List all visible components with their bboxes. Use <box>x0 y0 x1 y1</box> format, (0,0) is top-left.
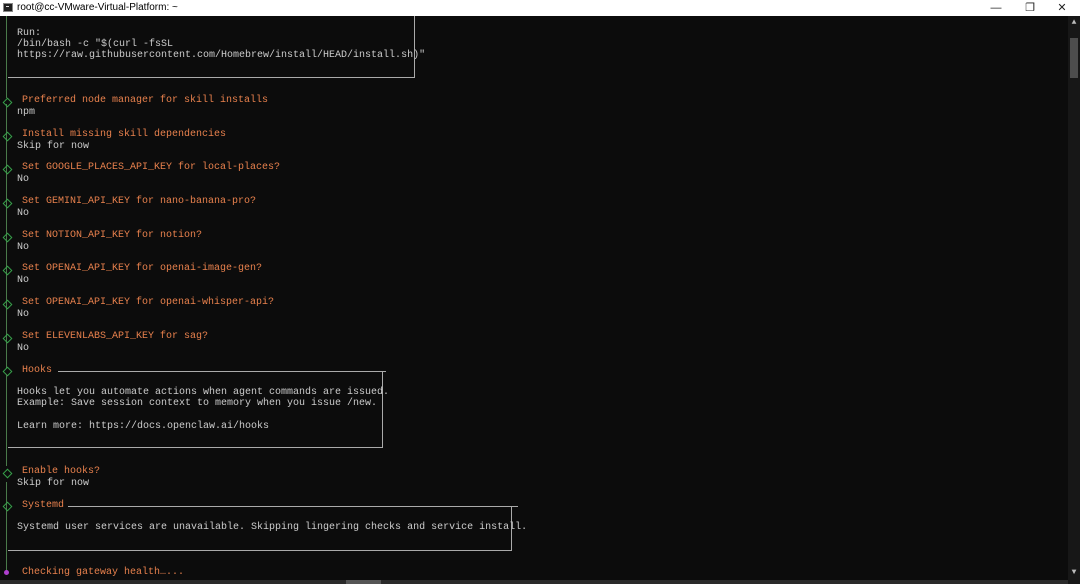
maximize-button[interactable]: ❐ <box>1012 0 1048 16</box>
prompt-answer: No <box>17 242 30 253</box>
step-marker-icon <box>2 164 13 175</box>
prompt-answer: No <box>17 208 30 219</box>
run-command-line-2: https://raw.githubusercontent.com/Homebr… <box>17 50 426 61</box>
taskbar-segment <box>346 580 381 584</box>
scroll-up-icon[interactable]: ▲ <box>1068 18 1080 28</box>
prompt-answer: npm <box>17 107 36 118</box>
step-marker-icon <box>2 333 13 344</box>
step-marker-icon <box>2 299 13 310</box>
prompt-question: Enable hooks? <box>22 466 101 477</box>
prompt-question: Set OPENAI_API_KEY for openai-whisper-ap… <box>22 297 275 308</box>
hooks-learn-more: Learn more: https://docs.openclaw.ai/hoo… <box>17 421 270 432</box>
prompt-question: Set NOTION_API_KEY for notion? <box>22 230 203 241</box>
step-marker-icon <box>2 232 13 243</box>
flow-line <box>6 482 7 572</box>
step-marker-icon <box>2 468 13 479</box>
minimize-button[interactable]: — <box>978 0 1014 16</box>
prompt-answer: Skip for now <box>17 478 90 489</box>
window-title: root@cc-VMware-Virtual-Platform: ~ <box>17 2 178 13</box>
terminal-app-icon <box>3 3 13 12</box>
prompt-answer: No <box>17 174 30 185</box>
window-title-bar[interactable]: root@cc-VMware-Virtual-Platform: ~ — ❐ ✕ <box>0 0 1080 16</box>
prompt-answer: No <box>17 275 30 286</box>
step-marker-icon <box>2 131 13 142</box>
run-command-line-1: /bin/bash -c "$(curl -fsSL <box>17 39 174 50</box>
spinner-icon <box>4 570 9 575</box>
prompt-question: Install missing skill dependencies <box>22 129 227 140</box>
prompt-answer: No <box>17 309 30 320</box>
hooks-description: Hooks let you automate actions when agen… <box>17 387 390 398</box>
prompt-answer: No <box>17 343 30 354</box>
flow-line <box>6 374 7 466</box>
scrollbar-thumb[interactable] <box>1070 38 1078 78</box>
run-label: Run: <box>17 28 42 39</box>
prompt-question: Set OPENAI_API_KEY for openai-image-gen? <box>22 263 263 274</box>
prompt-question: Set ELEVENLABS_API_KEY for sag? <box>22 331 209 342</box>
step-marker-icon <box>2 265 13 276</box>
hooks-example: Example: Save session context to memory … <box>17 398 378 409</box>
prompt-question: Preferred node manager for skill install… <box>22 95 269 106</box>
hooks-box <box>8 371 383 448</box>
flow-line <box>6 16 7 98</box>
taskbar-strip <box>0 580 1068 584</box>
step-marker-icon <box>2 198 13 209</box>
systemd-message: Systemd user services are unavailable. S… <box>17 522 528 533</box>
step-marker-icon <box>2 97 13 108</box>
close-button[interactable]: ✕ <box>1044 0 1080 16</box>
prompt-answer: Skip for now <box>17 141 90 152</box>
status-line: Checking gateway health…... <box>22 567 185 578</box>
prompt-question: Set GEMINI_API_KEY for nano-banana-pro? <box>22 196 257 207</box>
terminal-output[interactable]: Run: /bin/bash -c "$(curl -fsSL https://… <box>0 16 1068 582</box>
vertical-scrollbar[interactable]: ▲ ▼ <box>1068 16 1080 584</box>
scroll-down-icon[interactable]: ▼ <box>1068 568 1080 578</box>
prompt-question: Set GOOGLE_PLACES_API_KEY for local-plac… <box>22 162 281 173</box>
